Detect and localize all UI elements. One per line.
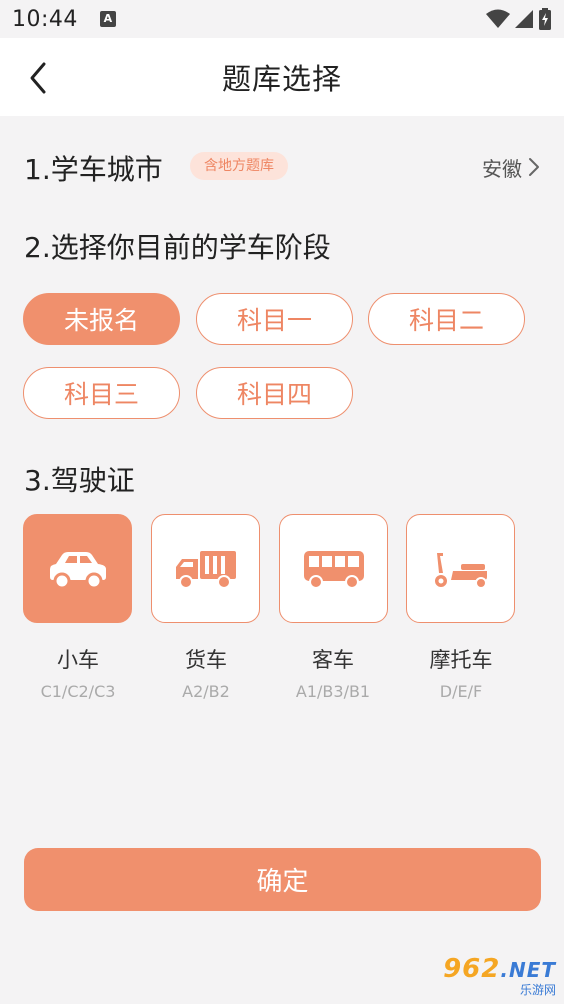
section-license-title: 3.驾驶证 — [24, 464, 135, 497]
vehicle-code-motorcycle: D/E/F — [439, 682, 483, 701]
vehicle-option-car[interactable] — [23, 514, 132, 623]
status-bar: 10:44 A — [0, 0, 564, 38]
section-stage-title: 2.选择你目前的学车阶段 — [24, 231, 331, 264]
vehicle-name-bus: 客车 — [312, 648, 354, 672]
city-selector[interactable]: 安徽 — [482, 152, 540, 182]
vehicle-option-truck[interactable] — [151, 514, 260, 623]
stage-option-not-enrolled[interactable]: 未报名 — [23, 293, 180, 345]
section-city-title: 1.学车城市 — [24, 153, 163, 186]
stage-option-subject-3[interactable]: 科目三 — [23, 367, 180, 419]
vehicle-code-bus: A1/B3/B1 — [295, 682, 371, 701]
vehicle-code-car: C1/C2/C3 — [40, 682, 116, 701]
status-icons — [486, 8, 552, 30]
back-button[interactable] — [24, 58, 56, 98]
stage-option-subject-4[interactable]: 科目四 — [196, 367, 353, 419]
wifi-icon — [486, 9, 510, 28]
bus-icon — [303, 550, 364, 589]
watermark-brand: 962.NET — [443, 956, 556, 983]
vehicle-name-truck: 货车 — [185, 648, 227, 672]
watermark-suffix: .NET — [500, 957, 556, 982]
confirm-button[interactable]: 确定 — [24, 848, 541, 911]
vehicle-name-car: 小车 — [57, 648, 99, 672]
vehicle-option-bus[interactable] — [279, 514, 388, 623]
city-value: 安徽 — [482, 156, 522, 181]
watermark-logo: 962.NET 乐游网 — [426, 954, 556, 998]
scooter-icon — [432, 552, 487, 589]
page-title: 题库选择 — [221, 62, 342, 96]
watermark-number: 962 — [443, 953, 501, 984]
status-time: 10:44 — [12, 6, 78, 32]
vehicle-option-motorcycle[interactable] — [406, 514, 515, 623]
chevron-right-icon — [529, 158, 539, 176]
vehicle-code-truck: A2/B2 — [182, 682, 230, 701]
back-arrow-icon — [30, 62, 46, 94]
truck-icon — [175, 550, 236, 589]
car-icon — [49, 551, 106, 589]
notification-icon: A — [99, 11, 116, 27]
stage-option-subject-2[interactable]: 科目二 — [368, 293, 525, 345]
watermark-sub: 乐游网 — [519, 982, 556, 997]
vehicle-name-motorcycle: 摩托车 — [429, 648, 493, 672]
stage-option-subject-1[interactable]: 科目一 — [196, 293, 353, 345]
nav-bar: 题库选择 — [0, 38, 564, 116]
battery-icon — [539, 8, 551, 30]
local-bank-badge: 含地方题库 — [190, 152, 288, 180]
signal-icon — [515, 10, 533, 28]
